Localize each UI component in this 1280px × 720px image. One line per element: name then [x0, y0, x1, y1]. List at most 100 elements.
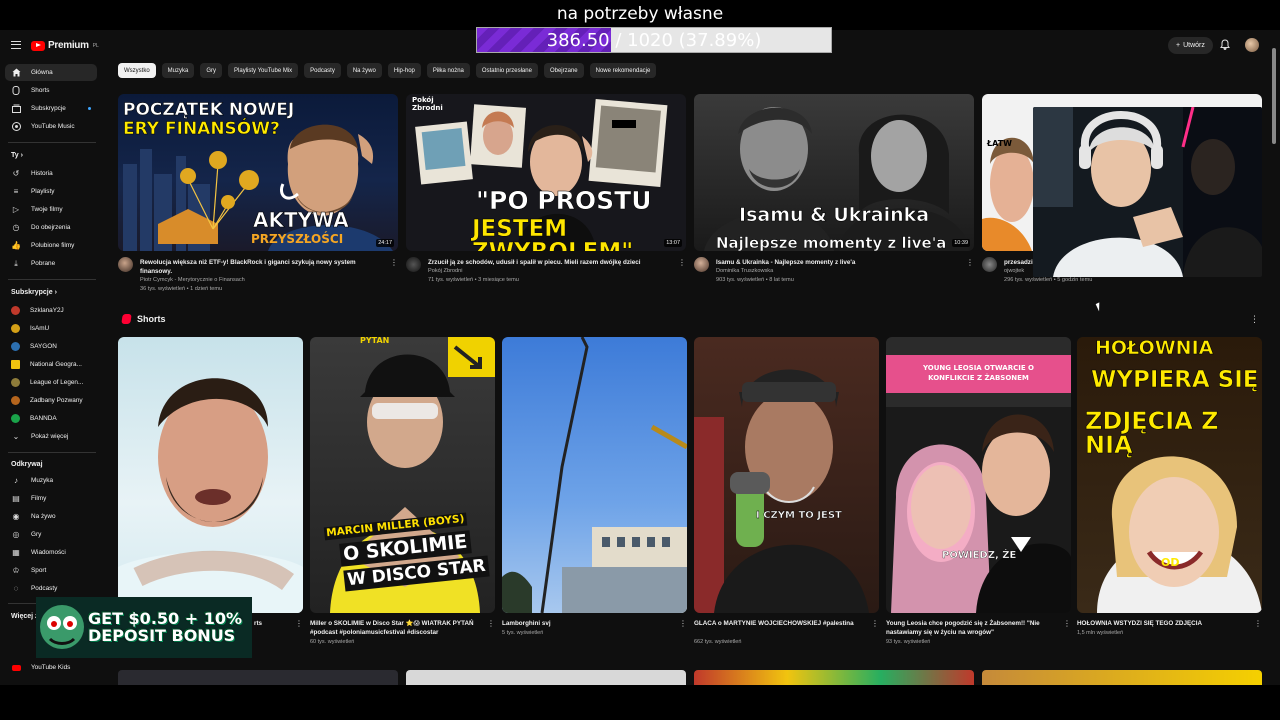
sidebar-item-youtube-kids[interactable]: YouTube Kids: [5, 659, 97, 676]
sidebar-channel-zadbany-pozwany[interactable]: Zadbany Pozwany: [5, 392, 97, 409]
short-title[interactable]: Lamborghini svj: [502, 619, 672, 628]
more-actions-icon[interactable]: ⋮: [1254, 619, 1262, 628]
short-title[interactable]: Young Leosia chce pogodzić się z Żabsone…: [886, 619, 1056, 637]
short-card[interactable]: rts ⋮: [118, 337, 303, 628]
video-channel-name[interactable]: Piotr Cymcyk - Merytorycznie o Finansach: [140, 277, 245, 283]
filter-chip[interactable]: Hip-hop: [387, 63, 421, 78]
short-thumbnail[interactable]: HOŁOWNIA WYPIERA SIĘ ZDJĘCIA Z NIĄ OD: [1077, 337, 1262, 613]
video-channel-name[interactable]: Pokój Zbrodni: [428, 268, 463, 274]
sidebar-item-subscriptions[interactable]: Subskrypcje: [5, 100, 97, 117]
short-thumbnail[interactable]: [502, 337, 687, 613]
sidebar-show-more[interactable]: ⌄ Pokaż więcej: [5, 428, 97, 445]
channel-avatar[interactable]: [118, 257, 133, 272]
sidebar-item-music[interactable]: ♪ Muzyka: [5, 472, 97, 489]
thumbnail-art: [118, 378, 303, 613]
sidebar-item-youtube-music[interactable]: YouTube Music: [5, 118, 97, 135]
video-title[interactable]: Rewolucja większa niż ETF-y! BlackRock i…: [140, 258, 385, 276]
notifications-bell-icon[interactable]: [1220, 39, 1230, 51]
filter-chip[interactable]: Gry: [200, 63, 223, 78]
video-thumbnail-partial[interactable]: [982, 670, 1262, 685]
sidebar-item-label: YouTube Music: [31, 123, 75, 130]
more-actions-icon[interactable]: ⋮: [871, 619, 879, 628]
scrollbar-thumb[interactable]: [1272, 48, 1276, 144]
video-card[interactable]: Pokój Zbrodni "PO PROSTU JESTEM ZWYROLEM…: [406, 94, 686, 293]
short-title[interactable]: rts: [254, 619, 284, 628]
short-card[interactable]: I CZYM TO JEST GLACA o MARTYNIE WOJCIECH…: [694, 337, 879, 645]
more-actions-icon[interactable]: ⋮: [295, 619, 303, 628]
channel-avatar[interactable]: [406, 257, 421, 272]
sidebar-item-liked-videos[interactable]: 👍 Polubione filmy: [5, 237, 97, 254]
short-card[interactable]: PYTAŃ MARCIN MILLER (BOYS) O SKOLIMIE W …: [310, 337, 495, 645]
filter-chip[interactable]: Nowe rekomendacje: [589, 63, 657, 78]
filter-chip[interactable]: Na żywo: [346, 63, 382, 78]
sidebar-item-sport[interactable]: ♔ Sport: [5, 562, 97, 579]
sidebar-section-subscriptions[interactable]: Subskrypcje ›: [11, 289, 57, 296]
page-scrollbar[interactable]: [1271, 36, 1277, 686]
sidebar-item-home[interactable]: Główna: [5, 64, 97, 81]
short-thumbnail[interactable]: [118, 337, 303, 613]
sidebar-channel-saygon[interactable]: SAYGON: [5, 338, 97, 355]
sidebar-item-watch-later[interactable]: ◷ Do obejrzenia: [5, 219, 97, 236]
create-button[interactable]: + Utwórz: [1168, 37, 1213, 54]
hamburger-menu-icon[interactable]: [11, 41, 21, 49]
sidebar-item-podcasts[interactable]: ◌ Podcasty: [5, 580, 97, 597]
video-channel-name[interactable]: Dominika Truszkowska: [716, 268, 773, 274]
short-views: 1,5 mln wyświetleń: [1077, 630, 1124, 636]
sidebar-channel-szklanay2j[interactable]: SzklanaY2J: [5, 302, 97, 319]
sidebar-item-gaming[interactable]: ◎ Gry: [5, 526, 97, 543]
short-card[interactable]: Lamborghini svj 5 tys. wyświetleń ⋮: [502, 337, 687, 636]
sidebar-section-you[interactable]: Ty ›: [11, 152, 23, 159]
sidebar-channel-bannda[interactable]: BANNDA: [5, 410, 97, 427]
channel-avatar[interactable]: [694, 257, 709, 272]
sidebar-item-your-videos[interactable]: ▷ Twoje filmy: [5, 201, 97, 218]
sidebar-item-history[interactable]: ↺ Historia: [5, 165, 97, 182]
short-card[interactable]: HOŁOWNIA WYPIERA SIĘ ZDJĘCIA Z NIĄ OD HO…: [1077, 337, 1262, 636]
short-thumbnail[interactable]: PYTAŃ MARCIN MILLER (BOYS) O SKOLIMIE W …: [310, 337, 495, 613]
more-actions-icon[interactable]: ⋮: [487, 619, 495, 628]
video-thumbnail[interactable]: POCZĄTEK NOWEJ ERY FINANSÓW? AKTYWA PRZY…: [118, 94, 398, 251]
short-title[interactable]: HOŁOWNIA WSTYDZI SIĘ TEGO ZDJĘCIA: [1077, 619, 1247, 628]
filter-chip[interactable]: Podcasty: [304, 63, 341, 78]
more-actions-icon[interactable]: ⋮: [1063, 619, 1071, 628]
more-actions-icon[interactable]: ⋮: [966, 258, 974, 267]
short-card[interactable]: YOUNG LEOSIA OTWARCIE O KONFLIKCIE Z ŻAB…: [886, 337, 1071, 645]
sidebar-item-news[interactable]: ▦ Wiadomości: [5, 544, 97, 561]
video-channel-name[interactable]: ojwojtek: [1004, 268, 1024, 274]
short-title[interactable]: GLACA o MARTYNIE WOJCIECHOWSKIEJ #palest…: [694, 619, 864, 628]
filter-chip[interactable]: Ostatnio przesłane: [475, 63, 538, 78]
sidebar-channel-national-geographic[interactable]: National Geogra...: [5, 356, 97, 373]
sidebar-item-label: Główna: [31, 69, 53, 76]
video-thumbnail-partial[interactable]: [406, 670, 686, 685]
channel-avatar[interactable]: [982, 257, 997, 272]
video-thumbnail[interactable]: Pokój Zbrodni "PO PROSTU JESTEM ZWYROLEM…: [406, 94, 686, 251]
filter-chip[interactable]: Wszystko: [118, 63, 156, 78]
sidebar-item-downloads[interactable]: ⤓ Pobrane: [5, 255, 97, 272]
video-thumbnail-partial[interactable]: [694, 670, 974, 685]
shorts-menu-icon[interactable]: ⋮: [1250, 314, 1259, 325]
more-actions-icon[interactable]: ⋮: [390, 258, 398, 267]
sidebar-item-playlists[interactable]: ≡ Playlisty: [5, 183, 97, 200]
video-title[interactable]: Zrzucił ją ze schodów, udusił i spalił w…: [428, 258, 673, 267]
short-title[interactable]: Miller o SKOLIMIE w Disco Star ⭐😱 WIATRA…: [310, 619, 480, 637]
filter-chip[interactable]: Obejrzane: [543, 63, 584, 78]
filter-chip[interactable]: Muzyka: [161, 63, 195, 78]
liked-icon: 👍: [11, 241, 21, 250]
more-actions-icon[interactable]: ⋮: [678, 258, 686, 267]
video-thumbnail[interactable]: Isamu & Ukrainka Najlepsze momenty z liv…: [694, 94, 974, 251]
sidebar-channel-isamu[interactable]: IsAmU: [5, 320, 97, 337]
video-thumbnail-partial[interactable]: [118, 670, 398, 685]
short-thumbnail[interactable]: YOUNG LEOSIA OTWARCIE O KONFLIKCIE Z ŻAB…: [886, 337, 1071, 613]
video-title[interactable]: Isamu & Ukrainka - Najlepsze momenty z l…: [716, 258, 961, 267]
sidebar-item-live[interactable]: ◉ Na żywo: [5, 508, 97, 525]
more-actions-icon[interactable]: ⋮: [679, 619, 687, 628]
sidebar-item-shorts[interactable]: Shorts: [5, 82, 97, 99]
filter-chip[interactable]: Piłka nożna: [426, 63, 470, 78]
youtube-premium-logo[interactable]: Premium PL: [31, 40, 99, 51]
video-card[interactable]: Isamu & Ukrainka Najlepsze momenty z liv…: [694, 94, 974, 293]
sidebar-channel-league-of-legends[interactable]: League of Legen...: [5, 374, 97, 391]
video-card[interactable]: POCZĄTEK NOWEJ ERY FINANSÓW? AKTYWA PRZY…: [118, 94, 398, 293]
sidebar-item-films[interactable]: ▤ Filmy: [5, 490, 97, 507]
filter-chip[interactable]: Playlisty YouTube Mix: [228, 63, 299, 78]
short-thumbnail[interactable]: I CZYM TO JEST: [694, 337, 879, 613]
account-avatar[interactable]: [1245, 38, 1259, 52]
